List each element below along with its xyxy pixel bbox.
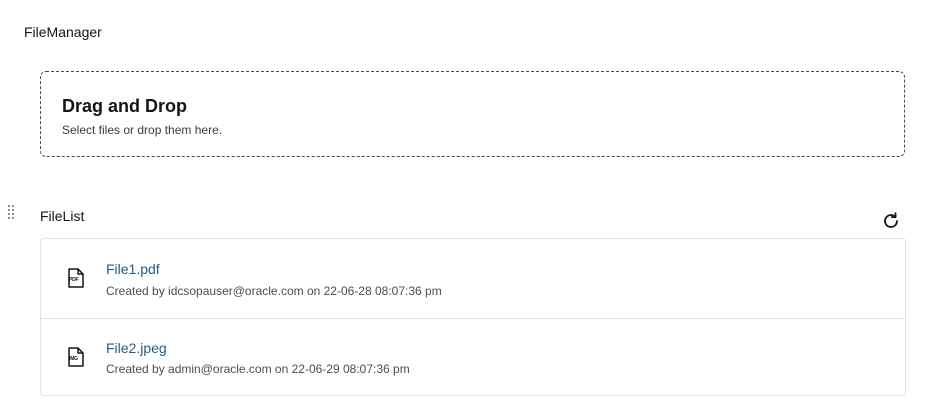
file-name-link[interactable]: File2.jpeg: [106, 339, 167, 357]
file-type-tag: IMG: [69, 356, 78, 362]
file-manager-title: FileManager: [24, 24, 102, 40]
list-item: IMG File2.jpeg Created by admin@oracle.c…: [41, 318, 905, 395]
image-file-icon: IMG: [67, 346, 85, 368]
drag-drop-zone[interactable]: Drag and Drop Select files or drop them …: [40, 71, 905, 157]
file-list: PDF File1.pdf Created by idcsopauser@ora…: [40, 238, 906, 396]
refresh-button[interactable]: [880, 210, 902, 232]
file-meta: Created by admin@oracle.com on 22-06-29 …: [106, 362, 410, 376]
file-list-title: FileList: [40, 208, 85, 224]
file-name-link[interactable]: File1.pdf: [106, 260, 160, 278]
file-meta: Created by idcsopauser@oracle.com on 22-…: [106, 284, 442, 298]
pdf-file-icon: PDF: [67, 267, 85, 289]
refresh-icon: [884, 212, 898, 228]
dropzone-title: Drag and Drop: [62, 96, 188, 116]
drag-handle-icon[interactable]: [8, 205, 16, 221]
file-type-tag: PDF: [69, 277, 79, 283]
file-manager-page: FileManager Drag and Drop Select files o…: [0, 0, 948, 415]
list-item: PDF File1.pdf Created by idcsopauser@ora…: [41, 239, 905, 318]
dropzone-subtitle: Select files or drop them here.: [62, 123, 223, 137]
